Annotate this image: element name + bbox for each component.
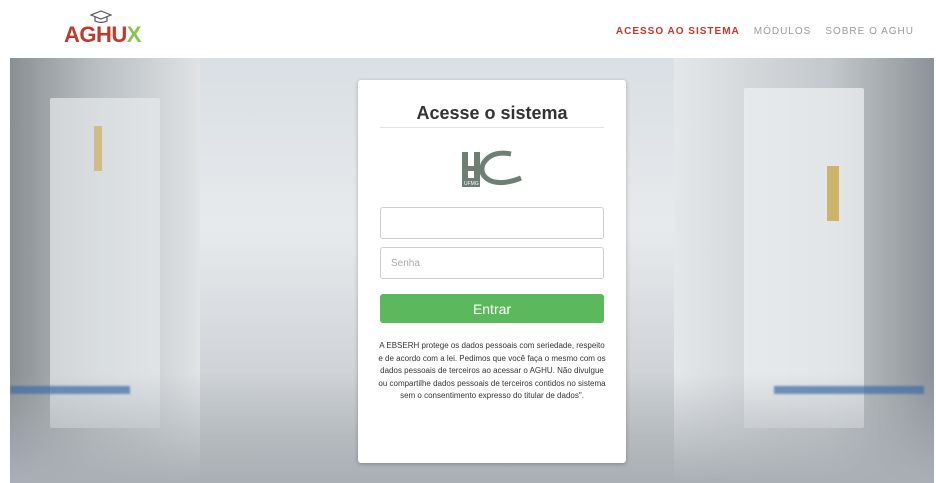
login-title: Acesse o sistema (416, 103, 568, 123)
title-divider (380, 127, 604, 128)
corridor-right-sign (827, 166, 839, 221)
nav-sobre-o-aghu[interactable]: SOBRE O AGHU (825, 26, 914, 37)
nav-modulos[interactable]: MÓDULOS (754, 26, 812, 37)
nav-acesso-ao-sistema[interactable]: ACESSO AO SISTEMA (616, 26, 740, 37)
logo-wordmark: AGHUX (64, 22, 141, 48)
main-nav: ACESSO AO SISTEMA MÓDULOS SOBRE O AGHU (616, 26, 914, 37)
privacy-notice: A EBSERH protege os dados pessoais com s… (378, 341, 606, 400)
login-card: Acesse o sistema UFMG Entrar A EBSERH pr… (358, 80, 626, 463)
aghux-logo[interactable]: AGHUX (64, 10, 141, 50)
login-button[interactable]: Entrar (380, 294, 604, 323)
password-input[interactable] (380, 247, 604, 279)
logo-x-text: X (126, 22, 142, 47)
corridor-left-sign (94, 126, 102, 171)
logo-main-text: AGHU (64, 22, 127, 47)
hc-ufmg-logo: UFMG (462, 150, 523, 187)
top-navbar: AGHUX ACESSO AO SISTEMA MÓDULOS SOBRE O … (0, 0, 936, 58)
username-input[interactable] (380, 207, 604, 239)
hc-logo-caption: UFMG (464, 181, 479, 187)
